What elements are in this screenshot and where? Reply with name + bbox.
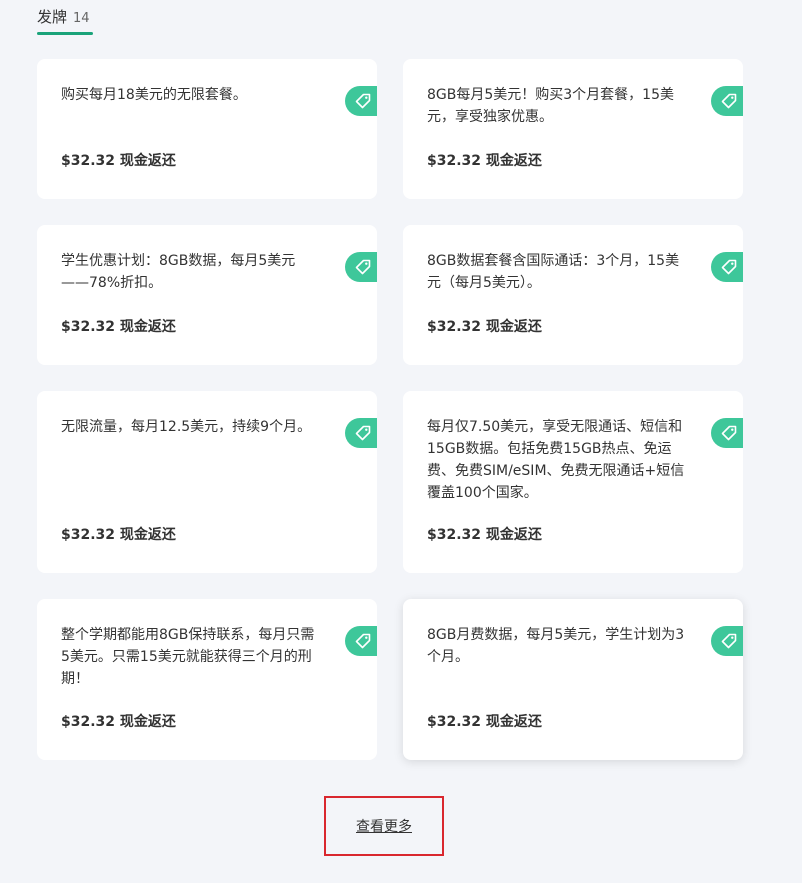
offer-description: 8GB每月5美元！购买3个月套餐，15美元，享受独家优惠。 (427, 87, 674, 125)
tab-coupons[interactable]: 发牌 14 (37, 0, 90, 27)
offer-description: 每月仅7.50美元，享受无限通话、短信和15GB数据。包括免费15GB热点、免运… (427, 419, 685, 501)
offer-description: 8GB数据套餐含国际通话：3个月，15美元（每月5美元）。 (427, 253, 680, 291)
tab-label: 发牌 (37, 8, 68, 26)
offer-cashback: $32.32 现金返还 (427, 714, 542, 730)
offer-card[interactable]: 每月仅7.50美元，享受无限通话、短信和15GB数据。包括免费15GB热点、免运… (403, 391, 743, 573)
offer-cashback: $32.32 现金返还 (427, 319, 542, 335)
offers-page: 发牌 14 购买每月18美元的无限套餐。 $32.32 现金返还 8GB每月5美… (0, 0, 802, 883)
load-more-link[interactable]: 查看更多 (356, 816, 412, 836)
offer-cashback: $32.32 现金返还 (61, 153, 176, 169)
offer-cashback: $32.32 现金返还 (61, 527, 176, 543)
offer-cashback: $32.32 现金返还 (427, 153, 542, 169)
offer-cashback: $32.32 现金返还 (61, 714, 176, 730)
offer-description: 购买每月18美元的无限套餐。 (61, 87, 247, 103)
offer-card[interactable]: 8GB数据套餐含国际通话：3个月，15美元（每月5美元）。 $32.32 现金返… (403, 225, 743, 365)
offer-description: 无限流量，每月12.5美元，持续9个月。 (61, 419, 312, 435)
active-tab-indicator (37, 32, 93, 35)
offer-description: 8GB月费数据，每月5美元，学生计划为3个月。 (427, 627, 685, 665)
offer-card[interactable]: 无限流量，每月12.5美元，持续9个月。 $32.32 现金返还 (37, 391, 377, 573)
tag-icon (711, 86, 743, 116)
tag-icon (711, 626, 743, 656)
offer-description: 整个学期都能用8GB保持联系，每月只需5美元。只需15美元就能获得三个月的刑期！ (61, 627, 315, 687)
tag-icon (345, 86, 377, 116)
tag-icon (345, 418, 377, 448)
tag-icon (345, 626, 377, 656)
tab-count: 14 (73, 11, 90, 26)
offer-card[interactable]: 整个学期都能用8GB保持联系，每月只需5美元。只需15美元就能获得三个月的刑期！… (37, 599, 377, 760)
tab-bar: 发牌 14 (37, 0, 93, 40)
offer-cashback: $32.32 现金返还 (427, 527, 542, 543)
tag-icon (711, 252, 743, 282)
offer-card[interactable]: 学生优惠计划：8GB数据，每月5美元——78%折扣。 $32.32 现金返还 (37, 225, 377, 365)
offer-card[interactable]: 8GB月费数据，每月5美元，学生计划为3个月。 $32.32 现金返还 (403, 599, 743, 760)
offer-card[interactable]: 购买每月18美元的无限套餐。 $32.32 现金返还 (37, 59, 377, 199)
offer-grid: 购买每月18美元的无限套餐。 $32.32 现金返还 8GB每月5美元！购买3个… (37, 59, 743, 760)
load-more-highlight: 查看更多 (324, 796, 444, 856)
offer-cashback: $32.32 现金返还 (61, 319, 176, 335)
tag-icon (711, 418, 743, 448)
offer-card[interactable]: 8GB每月5美元！购买3个月套餐，15美元，享受独家优惠。 $32.32 现金返… (403, 59, 743, 199)
offer-description: 学生优惠计划：8GB数据，每月5美元——78%折扣。 (61, 253, 296, 291)
tag-icon (345, 252, 377, 282)
